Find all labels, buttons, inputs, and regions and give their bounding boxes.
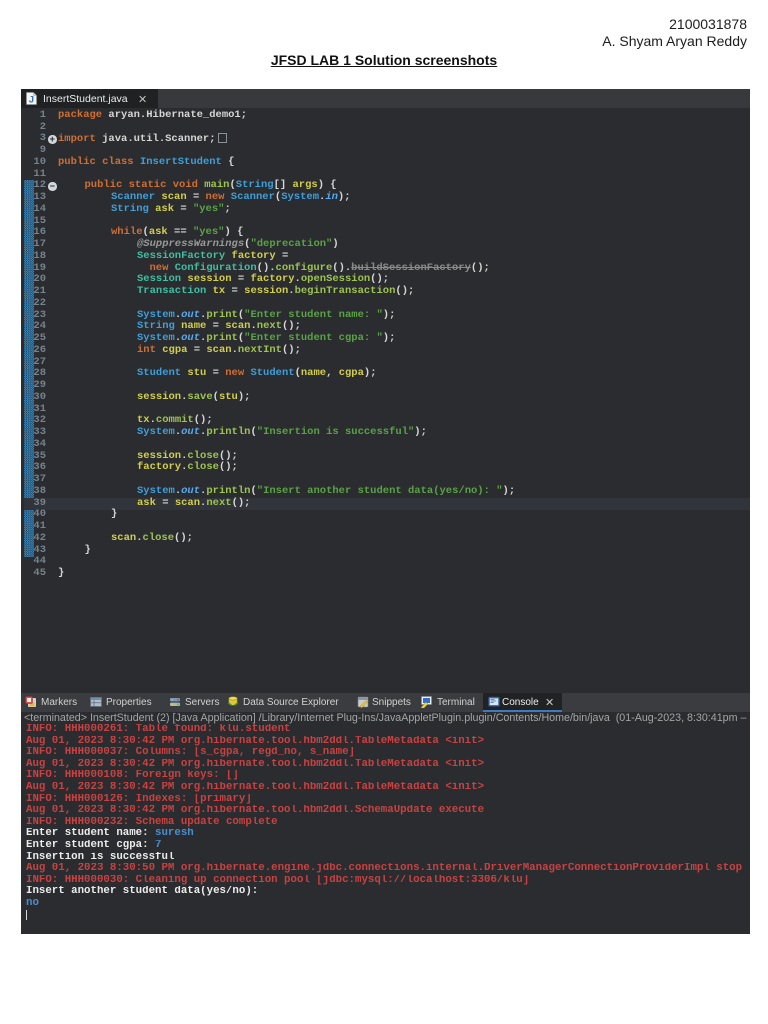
svg-text:J: J — [29, 95, 34, 105]
